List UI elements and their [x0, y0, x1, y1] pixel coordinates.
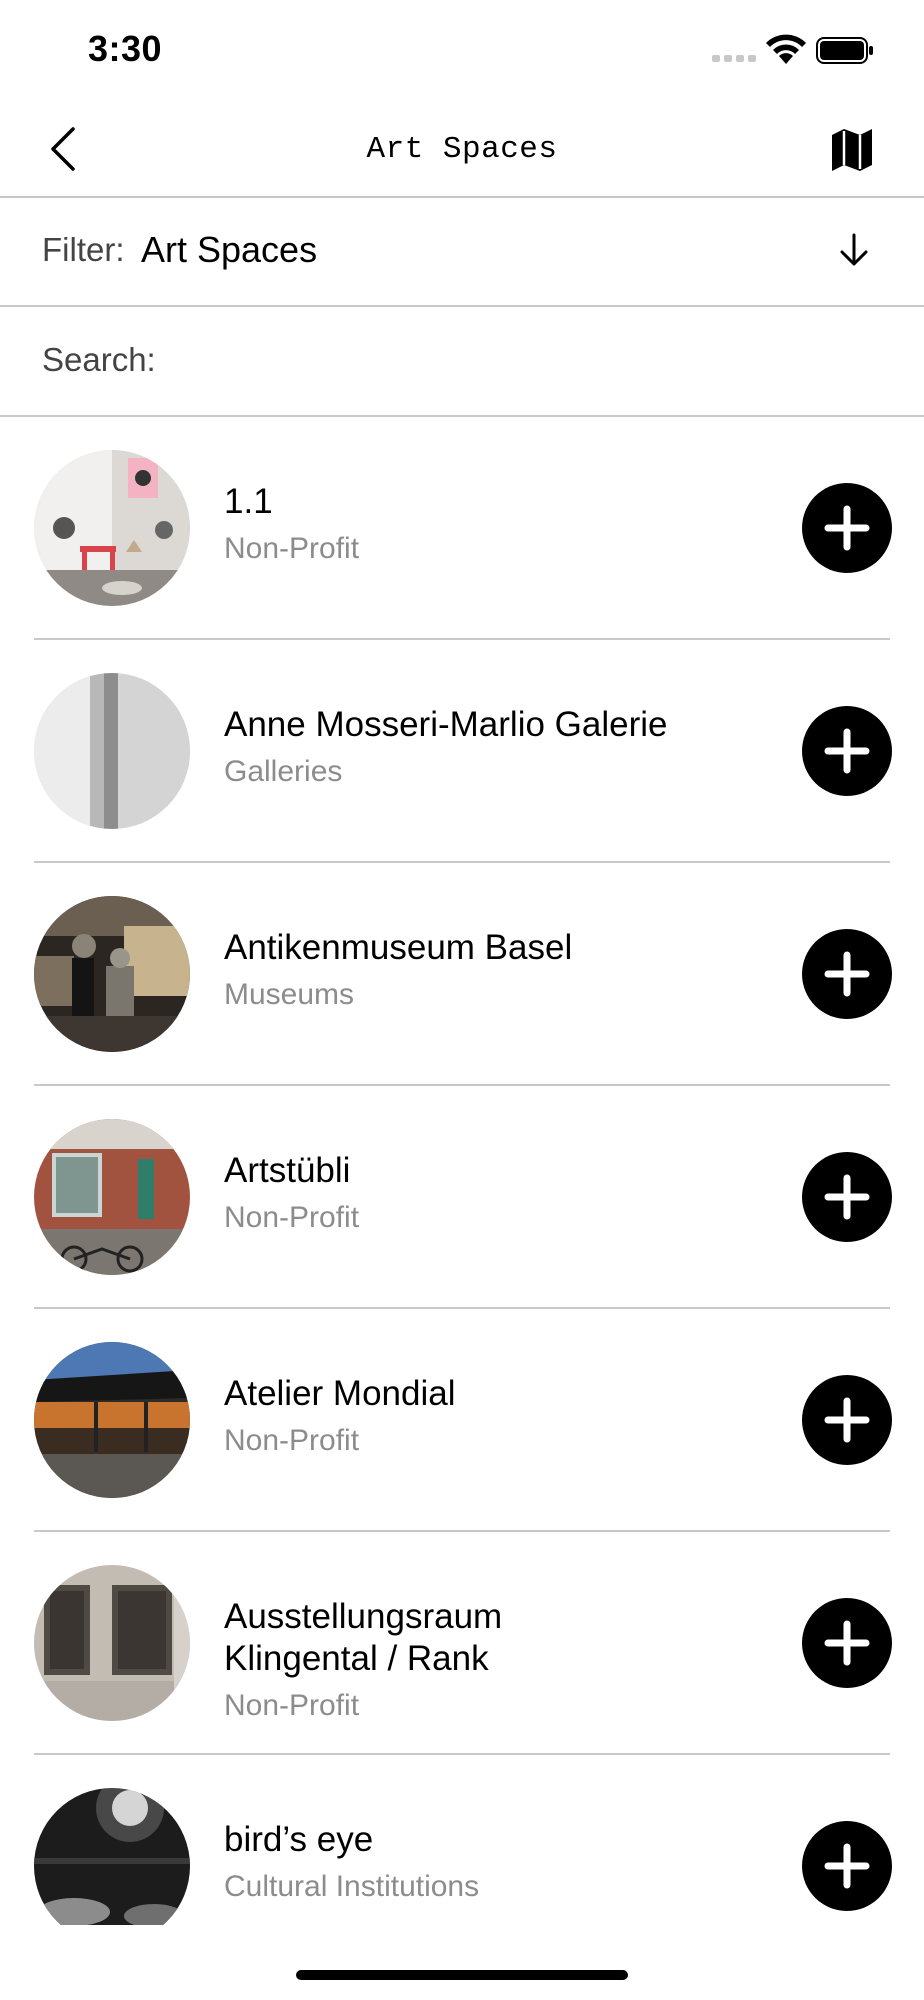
item-text: bird’s eye Cultural Institutions [224, 1819, 784, 1905]
item-name: Atelier Mondial [224, 1374, 456, 1413]
item-category: Non-Profit [224, 532, 360, 565]
page-title: Art Spaces [366, 132, 558, 167]
list-item[interactable]: Anne Mosseri-Marlio Galerie Galleries [34, 640, 892, 863]
filter-dropdown[interactable]: Filter: Art Spaces [0, 198, 924, 307]
thumbnail-image [34, 1788, 190, 1925]
thumbnail-image [34, 896, 190, 1052]
item-text: Antikenmuseum Basel Museums [224, 927, 784, 1013]
item-name: Ausstellungsraum Klingental / Rank [224, 1597, 503, 1678]
wifi-icon [766, 34, 806, 64]
list-item[interactable]: Artstübli Non-Profit [34, 1086, 892, 1309]
plus-icon [824, 951, 870, 997]
list-item[interactable]: 1.1 Non-Profit [34, 417, 892, 640]
battery-icon [816, 37, 873, 64]
search-label: Search: [42, 341, 156, 378]
filter-value: Art Spaces [141, 229, 318, 270]
item-text: Anne Mosseri-Marlio Galerie Galleries [224, 704, 784, 790]
item-category: Non-Profit [224, 1424, 360, 1457]
item-category: Galleries [224, 755, 343, 788]
map-button[interactable] [824, 122, 880, 178]
add-button[interactable] [802, 1821, 892, 1911]
item-category: Non-Profit [224, 1201, 360, 1234]
plus-icon [824, 1174, 870, 1220]
thumbnail-image [34, 673, 190, 829]
list-item[interactable]: Atelier Mondial Non-Profit [34, 1309, 892, 1532]
search-input[interactable] [170, 333, 870, 389]
thumbnail-image [34, 1565, 190, 1721]
arrow-down-icon [830, 226, 878, 274]
item-text: 1.1 Non-Profit [224, 481, 784, 567]
plus-icon [824, 1843, 870, 1889]
filter-label: Filter: [42, 231, 125, 268]
item-name: Antikenmuseum Basel [224, 928, 573, 967]
list-item[interactable]: bird’s eye Cultural Institutions [34, 1755, 892, 1925]
item-name: 1.1 [224, 482, 273, 521]
status-bar: 3:30 [0, 0, 924, 100]
add-button[interactable] [802, 1152, 892, 1242]
add-button[interactable] [802, 929, 892, 1019]
add-button[interactable] [802, 1375, 892, 1465]
item-text: Atelier Mondial Non-Profit [224, 1373, 784, 1459]
home-indicator [296, 1970, 628, 1980]
item-category: Cultural Institutions [224, 1870, 480, 1903]
item-category: Museums [224, 978, 355, 1011]
cellular-signal-icon [712, 55, 756, 62]
item-name: Artstübli [224, 1151, 351, 1190]
thumbnail-image [34, 450, 190, 606]
plus-icon [824, 728, 870, 774]
thumbnail-image [34, 1342, 190, 1498]
plus-icon [824, 505, 870, 551]
plus-icon [824, 1397, 870, 1443]
status-time: 3:30 [88, 28, 163, 69]
item-name: bird’s eye [224, 1820, 374, 1859]
art-spaces-list: 1.1 Non-Profit Anne Mosseri-Marlio Galer… [0, 417, 924, 1925]
add-button[interactable] [802, 1598, 892, 1688]
add-button[interactable] [802, 483, 892, 573]
thumbnail-image [34, 1119, 190, 1275]
list-item[interactable]: Antikenmuseum Basel Museums [34, 863, 892, 1086]
list-item[interactable]: Ausstellungsraum Klingental / Rank Non-P… [34, 1532, 892, 1755]
item-text: Ausstellungsraum Klingental / Rank Non-P… [224, 1596, 784, 1724]
item-text: Artstübli Non-Profit [224, 1150, 784, 1236]
item-category: Non-Profit [224, 1689, 360, 1722]
search-bar: Search: [0, 307, 924, 417]
navigation-bar: Art Spaces [0, 100, 924, 198]
plus-icon [824, 1620, 870, 1666]
add-button[interactable] [802, 706, 892, 796]
map-icon [832, 129, 872, 171]
item-name: Anne Mosseri-Marlio Galerie [224, 705, 668, 744]
